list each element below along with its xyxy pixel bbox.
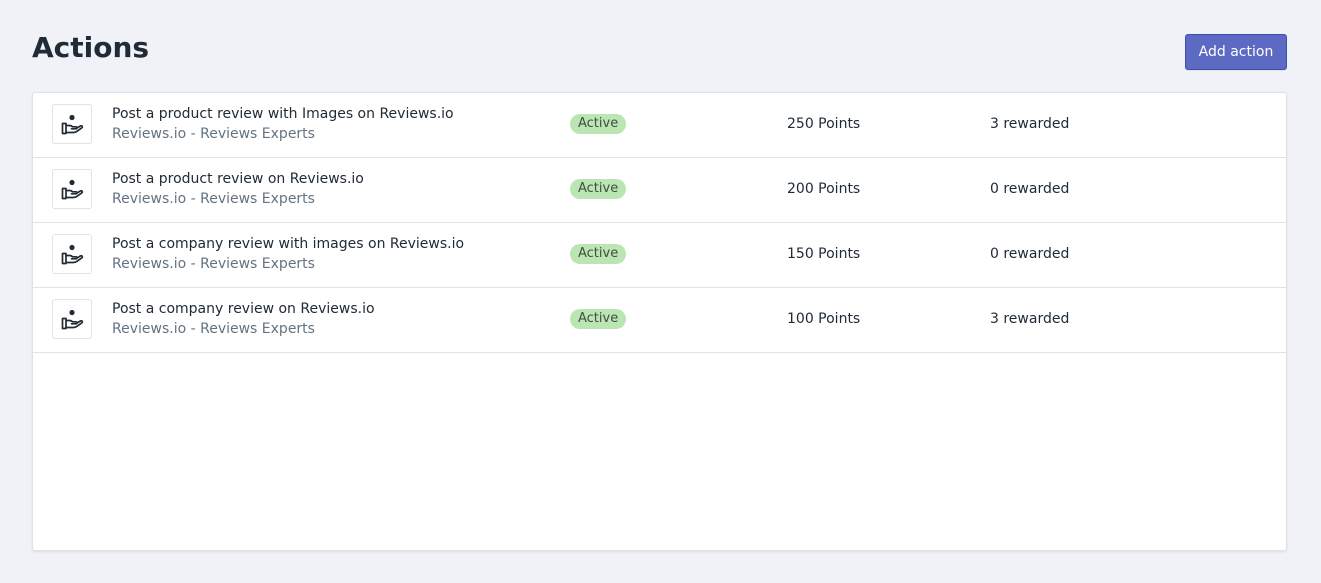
action-thumbnail xyxy=(52,104,92,144)
action-subtitle: Reviews.io - Reviews Experts xyxy=(112,256,315,272)
action-subtitle: Reviews.io - Reviews Experts xyxy=(112,126,315,142)
actions-card: Post a product review with Images on Rev… xyxy=(32,92,1287,551)
action-subtitle: Reviews.io - Reviews Experts xyxy=(112,321,315,337)
action-thumbnail xyxy=(52,299,92,339)
action-points: 100 Points xyxy=(787,311,861,327)
action-title: Post a product review on Reviews.io xyxy=(112,171,364,187)
hand-reward-icon xyxy=(61,114,84,135)
action-row[interactable]: Post a product review on Reviews.io Revi… xyxy=(33,158,1286,223)
action-rewarded-count: 0 rewarded xyxy=(990,246,1070,262)
hand-reward-icon xyxy=(61,309,84,330)
action-subtitle: Reviews.io - Reviews Experts xyxy=(112,191,315,207)
action-row[interactable]: Post a company review on Reviews.io Revi… xyxy=(33,288,1286,353)
status-badge: Active xyxy=(570,244,627,264)
status-badge: Active xyxy=(570,309,627,329)
action-thumbnail xyxy=(52,234,92,274)
action-rewarded-count: 3 rewarded xyxy=(990,116,1070,132)
action-title: Post a company review with images on Rev… xyxy=(112,236,465,252)
hand-reward-icon xyxy=(61,179,84,200)
action-row[interactable]: Post a company review with images on Rev… xyxy=(33,223,1286,288)
action-points: 150 Points xyxy=(787,246,861,262)
action-title: Post a company review on Reviews.io xyxy=(112,301,375,317)
action-list: Post a product review with Images on Rev… xyxy=(33,93,1286,353)
page-title: Actions xyxy=(32,31,150,64)
add-action-button[interactable]: Add action xyxy=(1185,34,1287,70)
hand-reward-icon xyxy=(61,244,84,265)
status-badge: Active xyxy=(570,179,627,199)
action-points: 250 Points xyxy=(787,116,861,132)
status-badge: Active xyxy=(570,114,627,134)
action-rewarded-count: 0 rewarded xyxy=(990,181,1070,197)
action-row[interactable]: Post a product review with Images on Rev… xyxy=(33,93,1286,158)
action-rewarded-count: 3 rewarded xyxy=(990,311,1070,327)
action-points: 200 Points xyxy=(787,181,861,197)
action-title: Post a product review with Images on Rev… xyxy=(112,106,454,122)
action-thumbnail xyxy=(52,169,92,209)
